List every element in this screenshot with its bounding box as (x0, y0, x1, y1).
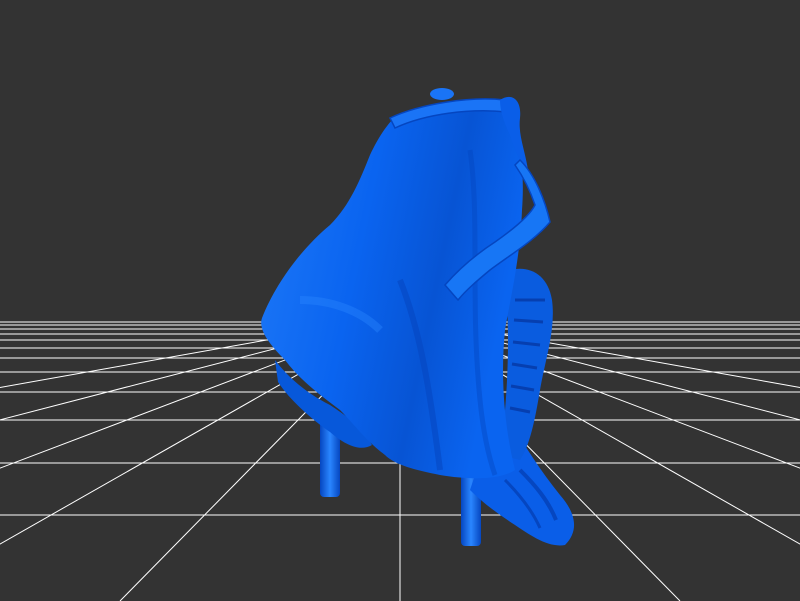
neck-stub (430, 88, 454, 100)
cloaked-figure-model[interactable] (261, 88, 575, 546)
viewport-canvas[interactable] (0, 0, 800, 601)
3d-viewport[interactable] (0, 0, 800, 601)
